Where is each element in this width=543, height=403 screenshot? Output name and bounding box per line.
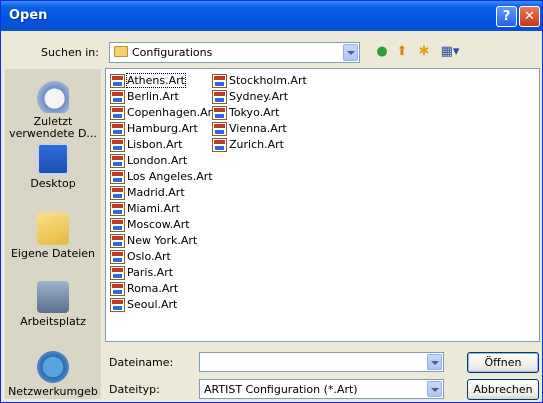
desktop-icon bbox=[37, 143, 69, 175]
place-recent[interactable]: Zuletzt verwendete D... bbox=[5, 81, 101, 140]
file-item[interactable]: London.Art bbox=[110, 153, 187, 169]
art-file-icon bbox=[110, 154, 125, 168]
file-item[interactable]: Madrid.Art bbox=[110, 185, 185, 201]
folder-icon bbox=[114, 46, 128, 57]
title-bar[interactable]: Open ? ✕ bbox=[1, 1, 542, 31]
file-item[interactable]: Seoul.Art bbox=[110, 297, 177, 313]
file-item[interactable]: Moscow.Art bbox=[110, 217, 190, 233]
art-file-icon bbox=[110, 186, 125, 200]
place-label: Zuletzt verwendete D... bbox=[9, 115, 97, 140]
filetype-label: Dateityp: bbox=[109, 383, 160, 396]
file-item[interactable]: New York.Art bbox=[110, 233, 197, 249]
close-button[interactable]: ✕ bbox=[519, 6, 540, 27]
help-button[interactable]: ? bbox=[496, 6, 517, 27]
art-file-icon bbox=[110, 282, 125, 296]
chevron-down-icon[interactable] bbox=[427, 381, 442, 397]
back-icon[interactable]: ● bbox=[373, 43, 391, 61]
my-computer-icon bbox=[37, 281, 69, 313]
my-documents-icon bbox=[37, 213, 69, 245]
views-menu-icon[interactable]: ▦▾ bbox=[437, 43, 463, 61]
place-desktop[interactable]: Desktop bbox=[5, 143, 101, 190]
chevron-down-icon[interactable] bbox=[343, 44, 358, 61]
file-item[interactable]: Hamburg.Art bbox=[110, 121, 198, 137]
look-in-label: Suchen in: bbox=[41, 46, 99, 59]
art-file-icon bbox=[110, 106, 125, 120]
file-item[interactable]: Vienna.Art bbox=[212, 121, 287, 137]
network-icon bbox=[37, 351, 69, 383]
art-file-icon bbox=[110, 74, 125, 88]
file-item[interactable]: Paris.Art bbox=[110, 265, 173, 281]
open-button[interactable]: Öffnen bbox=[467, 352, 539, 373]
up-folder-icon[interactable]: ⬆ bbox=[393, 43, 411, 61]
new-folder-icon[interactable]: ✱ bbox=[415, 43, 433, 61]
file-item[interactable]: Berlin.Art bbox=[110, 89, 179, 105]
look-in-value: Configurations bbox=[132, 46, 213, 59]
file-item[interactable]: Athens.Art bbox=[110, 73, 186, 89]
open-dialog: Open ? ✕ Suchen in: Configurations ● ⬆ ✱… bbox=[0, 0, 543, 403]
art-file-icon bbox=[110, 298, 125, 312]
art-file-icon bbox=[110, 122, 125, 136]
art-file-icon bbox=[110, 218, 125, 232]
art-file-icon bbox=[110, 234, 125, 248]
place-label: Arbeitsplatz bbox=[20, 315, 86, 328]
art-file-icon bbox=[110, 250, 125, 264]
chevron-down-icon[interactable] bbox=[427, 354, 442, 370]
place-my-documents[interactable]: Eigene Dateien bbox=[5, 213, 101, 260]
place-my-computer[interactable]: Arbeitsplatz bbox=[5, 281, 101, 328]
file-item[interactable]: Miami.Art bbox=[110, 201, 180, 217]
art-file-icon bbox=[212, 74, 227, 88]
place-network[interactable]: Netzwerkumgeb bbox=[5, 351, 101, 398]
window-title: Open bbox=[9, 8, 48, 23]
art-file-icon bbox=[212, 106, 227, 120]
filename-input[interactable] bbox=[199, 352, 444, 372]
place-label: Desktop bbox=[30, 177, 76, 190]
art-file-icon bbox=[212, 122, 227, 136]
cancel-button[interactable]: Abbrechen bbox=[467, 379, 539, 400]
art-file-icon bbox=[110, 202, 125, 216]
file-item[interactable]: Tokyo.Art bbox=[212, 105, 279, 121]
look-in-dropdown[interactable]: Configurations bbox=[109, 42, 360, 63]
file-item[interactable]: Zurich.Art bbox=[212, 137, 284, 153]
art-file-icon bbox=[110, 138, 125, 152]
file-item[interactable]: Oslo.Art bbox=[110, 249, 171, 265]
file-item[interactable]: Stockholm.Art bbox=[212, 73, 307, 89]
filetype-value: ARTIST Configuration (*.Art) bbox=[204, 383, 358, 396]
file-list[interactable]: Athens.Art Berlin.Art Copenhagen.Art Ham… bbox=[105, 68, 540, 342]
file-item[interactable]: Copenhagen.Art bbox=[110, 105, 216, 121]
art-file-icon bbox=[110, 266, 125, 280]
place-label: Eigene Dateien bbox=[10, 247, 96, 260]
file-item[interactable]: Los Angeles.Art bbox=[110, 169, 213, 185]
art-file-icon bbox=[212, 138, 227, 152]
recent-documents-icon bbox=[37, 81, 69, 113]
filetype-dropdown[interactable]: ARTIST Configuration (*.Art) bbox=[199, 379, 444, 399]
file-item[interactable]: Roma.Art bbox=[110, 281, 178, 297]
place-label: Netzwerkumgeb bbox=[8, 385, 98, 398]
art-file-icon bbox=[110, 170, 125, 184]
file-item[interactable]: Sydney.Art bbox=[212, 89, 288, 105]
art-file-icon bbox=[110, 90, 125, 104]
art-file-icon bbox=[212, 90, 227, 104]
filename-label: Dateiname: bbox=[109, 356, 174, 369]
file-item[interactable]: Lisbon.Art bbox=[110, 137, 182, 153]
places-bar: Zuletzt verwendete D... Desktop Eigene D… bbox=[5, 69, 101, 399]
